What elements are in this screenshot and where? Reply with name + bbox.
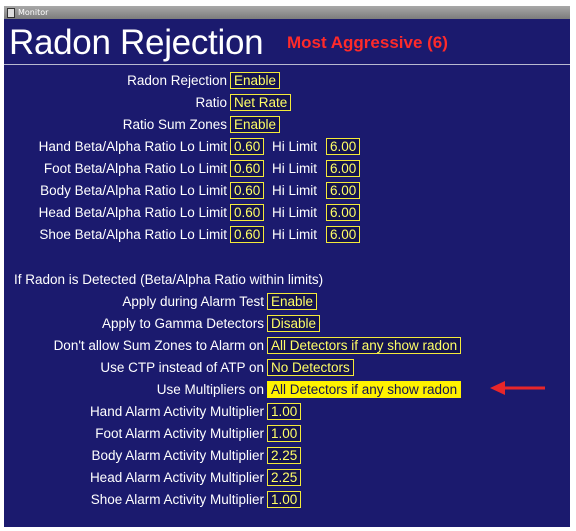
body-ratio-lo-label: Body Beta/Alpha Ratio Lo Limit [40,183,227,198]
head-ratio-hi-field[interactable]: 6.00 [326,204,361,221]
radon-rejection-field[interactable]: Enable [230,72,281,89]
hand-ratio-lo-label: Hand Beta/Alpha Ratio Lo Limit [38,139,227,154]
body-multiplier-field[interactable]: 2.25 [267,447,302,464]
page-title: Radon Rejection [9,23,264,62]
head-ratio-lo-field[interactable]: 0.60 [230,204,265,221]
ctp-instead-field[interactable]: No Detectors [267,359,354,376]
ratio-label: Ratio [195,95,227,110]
foot-multiplier-label: Foot Alarm Activity Multiplier [95,426,264,441]
ratio-field[interactable]: Net Rate [230,94,292,111]
foot-multiplier-field[interactable]: 1.00 [267,425,302,442]
ratio-sum-zones-label: Ratio Sum Zones [122,117,227,132]
radon-rejection-label: Radon Rejection [127,73,227,88]
foot-hi-limit-label: Hi Limit [272,161,318,176]
shoe-ratio-lo-field[interactable]: 0.60 [230,226,265,243]
foot-ratio-lo-field[interactable]: 0.60 [230,160,265,177]
ratio-sum-zones-field[interactable]: Enable [230,116,281,133]
window-title: Monitor [18,8,49,17]
detected-heading: If Radon is Detected (Beta/Alpha Ratio w… [14,272,324,287]
window-icon [7,7,15,18]
hand-multiplier-field[interactable]: 1.00 [267,403,302,420]
sum-zones-alarm-field[interactable]: All Detectors if any show radon [267,337,462,354]
window-titlebar: Monitor [4,6,570,19]
sum-zones-alarm-label: Don't allow Sum Zones to Alarm on [53,338,264,353]
shoe-multiplier-field[interactable]: 1.00 [267,491,302,508]
hand-hi-limit-label: Hi Limit [272,139,318,154]
foot-ratio-hi-field[interactable]: 6.00 [326,160,361,177]
alarm-test-label: Apply during Alarm Test [122,294,264,309]
shoe-ratio-lo-label: Shoe Beta/Alpha Ratio Lo Limit [39,227,227,242]
head-ratio-lo-label: Head Beta/Alpha Ratio Lo Limit [38,205,227,220]
shoe-ratio-hi-field[interactable]: 6.00 [326,226,361,243]
body-hi-limit-label: Hi Limit [272,183,318,198]
body-ratio-hi-field[interactable]: 6.00 [326,182,361,199]
head-multiplier-label: Head Alarm Activity Multiplier [89,470,264,485]
gamma-detectors-label: Apply to Gamma Detectors [101,316,264,331]
head-hi-limit-label: Hi Limit [272,205,318,220]
shoe-multiplier-label: Shoe Alarm Activity Multiplier [90,492,264,507]
body-multiplier-label: Body Alarm Activity Multiplier [91,448,264,463]
hand-multiplier-label: Hand Alarm Activity Multiplier [89,404,264,419]
hand-ratio-hi-field[interactable]: 6.00 [326,138,361,155]
monitor-panel: Radon Rejection Most Aggressive (6) Rado… [4,19,570,527]
shoe-hi-limit-label: Hi Limit [272,227,318,242]
ctp-instead-label: Use CTP instead of ATP on [100,360,264,375]
hand-ratio-lo-field[interactable]: 0.60 [230,138,265,155]
red-arrow-icon [490,381,545,395]
body-ratio-lo-field[interactable]: 0.60 [230,182,265,199]
gamma-detectors-field[interactable]: Disable [267,315,321,332]
title-divider [4,64,570,65]
use-multipliers-label: Use Multipliers on [156,382,264,397]
alarm-test-field[interactable]: Enable [267,293,318,310]
mode-badge: Most Aggressive (6) [287,33,448,52]
foot-ratio-lo-label: Foot Beta/Alpha Ratio Lo Limit [43,161,227,176]
use-multipliers-field[interactable]: All Detectors if any show radon [267,381,462,398]
head-multiplier-field[interactable]: 2.25 [267,469,302,486]
